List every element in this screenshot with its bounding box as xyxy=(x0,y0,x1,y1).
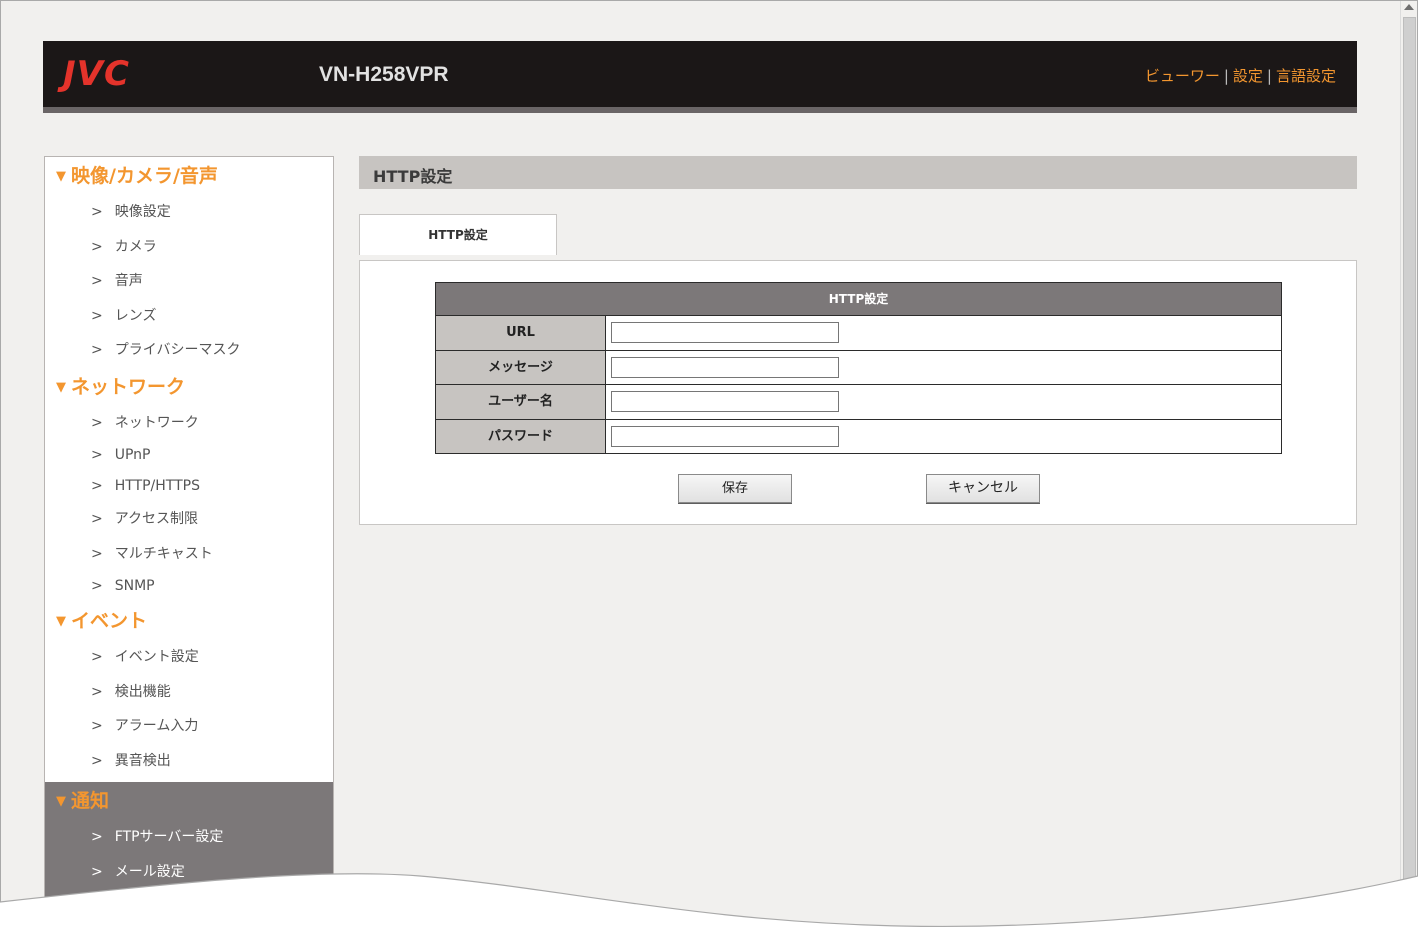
section-title: 映像/カメラ/音声 xyxy=(71,165,218,187)
page-title-bar: HTTP設定 xyxy=(359,156,1357,189)
sidebar-item-label: FTPサーバー設定 xyxy=(114,829,224,845)
sidebar-item-snmp[interactable]: > SNMP xyxy=(45,571,333,602)
section-title: イベント xyxy=(71,610,148,632)
sidebar-item-label: カメラ xyxy=(114,238,157,255)
chevron-right-icon: > xyxy=(91,447,103,463)
top-nav-links: ビューワー | 設定 | 言語設定 xyxy=(1145,65,1336,86)
table-row: メッセージ xyxy=(436,350,1281,385)
url-label: URL xyxy=(436,316,606,350)
sidebar-item-label: ネットワーク xyxy=(114,414,199,431)
header-divider-bar xyxy=(43,107,1357,113)
save-button[interactable]: 保存 xyxy=(678,474,792,503)
chevron-right-icon: > xyxy=(91,204,103,220)
sidebar-item-label: レンズ xyxy=(114,307,157,324)
sidebar-item-http-https[interactable]: > HTTP/HTTPS xyxy=(45,471,333,502)
language-settings-link[interactable]: 言語設定 xyxy=(1276,67,1336,85)
triangle-down-icon: ▼ xyxy=(56,379,66,395)
cancel-button[interactable]: キャンセル xyxy=(926,474,1040,503)
page-title: HTTP設定 xyxy=(373,167,453,186)
sidebar-item-label: 音声 xyxy=(114,273,143,289)
chevron-right-icon: > xyxy=(91,718,103,734)
scroll-up-arrow-icon[interactable] xyxy=(1404,4,1414,10)
section-event[interactable]: ▼ イベント xyxy=(45,602,333,640)
sidebar-item-upnp[interactable]: > UPnP xyxy=(45,440,333,471)
sidebar-item-detection[interactable]: > 検出機能 xyxy=(45,675,333,710)
chevron-right-icon: > xyxy=(91,649,103,665)
section-title: ネットワーク xyxy=(71,375,186,398)
url-input[interactable] xyxy=(611,322,839,344)
password-label: パスワード xyxy=(436,419,606,453)
chevron-right-icon: > xyxy=(91,414,103,431)
scrollbar-thumb[interactable] xyxy=(1403,17,1416,919)
sidebar-item-video-settings[interactable]: > 映像設定 xyxy=(45,195,333,230)
sidebar-item-privacy-mask[interactable]: > プライバシーマスク xyxy=(45,333,333,368)
sidebar-item-multicast[interactable]: > マルチキャスト xyxy=(45,537,333,572)
chevron-right-icon: > xyxy=(91,752,103,769)
http-settings-table: HTTP設定 URL メッセージ ユーザー名 パスワード xyxy=(435,282,1282,454)
sidebar-item-ftp-server[interactable]: > FTPサーバー設定 xyxy=(45,820,333,855)
jvc-logo: JVC xyxy=(63,54,130,94)
chevron-right-icon: > xyxy=(91,683,103,700)
sidebar-item-label: プライバシーマスク xyxy=(114,342,241,358)
message-label: メッセージ xyxy=(436,350,606,384)
section-title: 通知 xyxy=(71,790,110,812)
chevron-right-icon: > xyxy=(91,307,103,324)
settings-link[interactable]: 設定 xyxy=(1233,67,1263,85)
chevron-right-icon: > xyxy=(91,511,103,527)
sidebar-item-event-settings[interactable]: > イベント設定 xyxy=(45,640,333,675)
section-network[interactable]: ▼ ネットワーク xyxy=(45,368,333,406)
chevron-right-icon: > xyxy=(91,238,103,255)
table-row: パスワード xyxy=(436,419,1281,453)
model-name: VN-H258VPR xyxy=(319,63,449,86)
table-row: URL xyxy=(436,316,1281,351)
table-header: HTTP設定 xyxy=(436,283,1281,316)
chevron-right-icon: > xyxy=(91,478,103,494)
chevron-right-icon: > xyxy=(91,273,103,289)
sidebar-item-label: UPnP xyxy=(114,447,151,463)
top-header: JVC VN-H258VPR ビューワー | 設定 | 言語設定 xyxy=(43,41,1357,107)
settings-panel: HTTP設定 URL メッセージ ユーザー名 パスワード 保存 キャンセル xyxy=(359,260,1357,525)
sidebar-item-label: 映像設定 xyxy=(114,204,171,220)
sidebar-item-network[interactable]: > ネットワーク xyxy=(45,406,333,441)
sidebar-item-label: 異音検出 xyxy=(114,752,171,769)
sidebar-item-audio-detection[interactable]: > 異音検出 xyxy=(45,744,333,779)
chevron-right-icon: > xyxy=(91,342,103,358)
sidebar-item-audio[interactable]: > 音声 xyxy=(45,264,333,299)
sidebar-item-access-restriction[interactable]: > アクセス制限 xyxy=(45,502,333,537)
sidebar-item-label: HTTP/HTTPS xyxy=(114,478,200,494)
viewer-link[interactable]: ビューワー xyxy=(1145,67,1220,85)
section-notification[interactable]: ▼ 通知 xyxy=(45,782,333,820)
message-input[interactable] xyxy=(611,356,839,378)
sidebar-item-label: アラーム入力 xyxy=(114,718,199,734)
torn-edge-wave xyxy=(0,873,1418,930)
vertical-scrollbar[interactable] xyxy=(1400,1,1417,929)
username-label: ユーザー名 xyxy=(436,385,606,419)
sidebar-item-label: 検出機能 xyxy=(114,683,171,700)
chevron-right-icon: > xyxy=(91,578,103,594)
triangle-down-icon: ▼ xyxy=(56,614,66,629)
triangle-down-icon: ▼ xyxy=(56,794,66,809)
triangle-down-icon: ▼ xyxy=(56,169,66,184)
link-separator: | xyxy=(1223,67,1229,85)
chevron-right-icon: > xyxy=(91,829,103,845)
sidebar-item-label: アクセス制限 xyxy=(114,511,199,527)
username-input[interactable] xyxy=(611,391,839,413)
sidebar-item-label: イベント設定 xyxy=(114,649,199,665)
chevron-right-icon: > xyxy=(91,545,103,562)
sidebar-item-camera[interactable]: > カメラ xyxy=(45,230,333,265)
table-row: ユーザー名 xyxy=(436,385,1281,420)
section-video-camera-audio[interactable]: ▼ 映像/カメラ/音声 xyxy=(45,157,333,195)
sidebar-item-alarm-input[interactable]: > アラーム入力 xyxy=(45,709,333,744)
tab-http-settings[interactable]: HTTP設定 xyxy=(359,214,557,255)
password-input[interactable] xyxy=(611,425,839,447)
sidebar: ▼ 映像/カメラ/音声 > 映像設定 > カメラ > 音声 > レンズ > プライバシーマス… xyxy=(44,156,334,898)
browser-window: JVC VN-H258VPR ビューワー | 設定 | 言語設定 ▼ 映像/カメラ/音声 … xyxy=(0,0,1418,930)
sidebar-item-label: SNMP xyxy=(114,578,155,594)
sidebar-item-label: マルチキャスト xyxy=(114,545,213,562)
link-separator: | xyxy=(1266,67,1272,85)
sidebar-item-lens[interactable]: > レンズ xyxy=(45,299,333,334)
